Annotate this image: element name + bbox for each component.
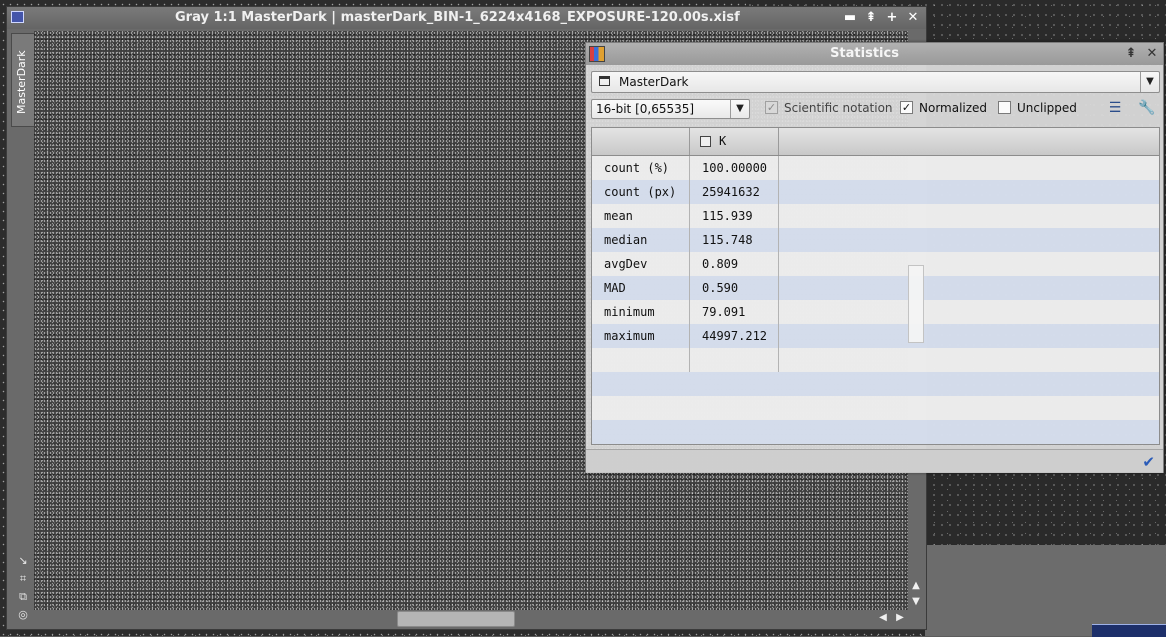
scroll-left-arrow[interactable]: ◀ [877, 612, 889, 624]
table-row: count (%) 100.00000 [592, 156, 1159, 180]
row-value: 25941632 [702, 185, 760, 199]
table-row: mean 115.939 [592, 204, 1159, 228]
normalized-label: Normalized [919, 101, 988, 115]
apply-checkmark-icon[interactable]: ✔ [1142, 453, 1155, 471]
empty-row [592, 420, 1159, 444]
target-icon[interactable]: ◎ [16, 608, 30, 622]
scroll-down-arrow[interactable]: ▼ [910, 596, 922, 608]
row-value: 0.809 [702, 257, 739, 271]
row-label: median [604, 233, 648, 247]
clone-view-icon[interactable]: ⧉ [16, 590, 30, 604]
resize-arrow-icon[interactable]: ↘ [16, 554, 30, 568]
row-value: 79.091 [702, 305, 746, 319]
window-icon [11, 11, 24, 23]
unclipped-checkbox[interactable] [998, 101, 1011, 114]
shade-button[interactable]: ⇞ [863, 10, 879, 26]
empty-row [592, 396, 1159, 420]
table-row: avgDev 0.809 [592, 252, 1159, 276]
row-label: maximum [604, 329, 655, 343]
table-row: maximum 44997.212 [592, 324, 1159, 348]
table-row: median 115.748 [592, 228, 1159, 252]
statistics-titlebar[interactable]: Statistics ⇞ ✕ [586, 43, 1163, 65]
scroll-right-arrow[interactable]: ▶ [894, 612, 906, 624]
range-select-value: 16-bit [0,65535] [596, 102, 695, 116]
view-select[interactable]: MasterDark ▼ [591, 71, 1160, 93]
row-value: 115.939 [702, 209, 753, 223]
view-identifier-tab[interactable]: MasterDark [11, 33, 36, 127]
statistics-window[interactable]: Statistics ⇞ ✕ MasterDark ▼ 16-bit [0,65… [585, 42, 1164, 473]
row-label: MAD [604, 281, 626, 295]
statistics-title: Statistics [830, 46, 899, 61]
horizontal-scrollbar-thumb[interactable] [397, 611, 515, 627]
minimized-window-thumbnail[interactable] [1092, 624, 1166, 637]
row-value: 115.748 [702, 233, 753, 247]
image-view-icon [599, 76, 610, 86]
workspace-background [925, 545, 1166, 636]
empty-row [592, 372, 1159, 396]
view-select-value: MasterDark [619, 75, 689, 89]
table-row: count (px) 25941632 [592, 180, 1159, 204]
table-header: K [592, 128, 1159, 156]
chevron-down-icon: ▼ [730, 100, 749, 118]
table-row: MAD 0.590 [592, 276, 1159, 300]
scroll-up-arrow[interactable]: ▲ [910, 580, 922, 592]
image-window-title: Gray 1:1 MasterDark | masterDark_BIN-1_6… [175, 10, 740, 25]
range-select[interactable]: 16-bit [0,65535] ▼ [591, 99, 750, 119]
row-label: count (px) [604, 185, 677, 199]
maximize-button[interactable]: + [884, 10, 900, 26]
close-button[interactable]: ✕ [1144, 46, 1160, 62]
statistics-table: K count (%) 100.00000 count (px) 2594163… [591, 127, 1160, 445]
row-label: count (%) [604, 161, 670, 175]
row-label: minimum [604, 305, 655, 319]
channel-k-checkbox[interactable] [700, 136, 711, 147]
row-value: 0.590 [702, 281, 739, 295]
column-divider [689, 156, 690, 372]
fit-view-icon[interactable]: ⌗ [16, 572, 30, 586]
list-icon[interactable]: ☰ [1106, 99, 1124, 117]
column-divider [778, 156, 779, 372]
close-button[interactable]: ✕ [905, 10, 921, 26]
empty-row [592, 444, 1159, 445]
image-window-titlebar[interactable]: Gray 1:1 MasterDark | masterDark_BIN-1_6… [7, 7, 926, 29]
shade-button[interactable]: ⇞ [1123, 46, 1139, 62]
row-label: mean [604, 209, 633, 223]
row-value: 44997.212 [702, 329, 768, 343]
row-value: 100.00000 [702, 161, 768, 175]
table-body: count (%) 100.00000 count (px) 25941632 … [592, 156, 1159, 445]
empty-row [592, 348, 1159, 372]
channel-k-header: K [719, 134, 727, 148]
table-row: minimum 79.091 [592, 300, 1159, 324]
table-scrollbar-thumb[interactable] [908, 265, 924, 343]
unclipped-label: Unclipped [1017, 101, 1077, 115]
chevron-down-icon: ▼ [1140, 72, 1159, 92]
minimize-button[interactable]: ▬ [842, 10, 858, 26]
row-label: avgDev [604, 257, 648, 271]
view-identifier-label: MasterDark [15, 50, 28, 114]
wrench-icon[interactable]: 🔧 [1138, 99, 1156, 117]
scientific-notation-checkbox[interactable]: ✓ [765, 101, 778, 114]
statistics-bottom-bar: ✔ [586, 449, 1163, 473]
scientific-notation-label: Scientific notation [784, 101, 893, 115]
header-label-cell [592, 128, 690, 155]
normalized-checkbox[interactable]: ✓ [900, 101, 913, 114]
